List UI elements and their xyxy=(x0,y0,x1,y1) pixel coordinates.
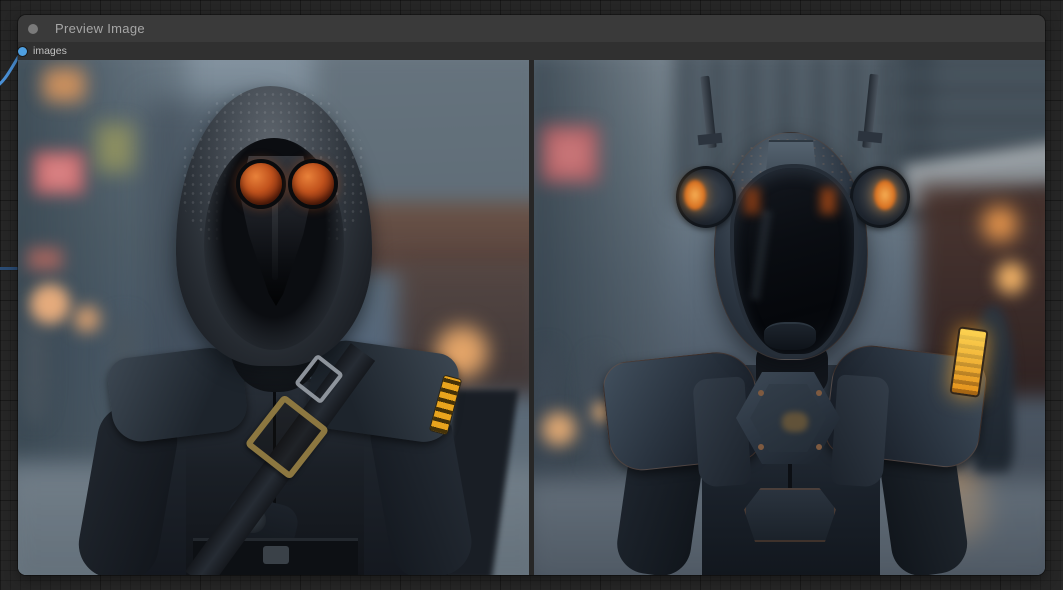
preview-image-node[interactable]: Preview Image images xyxy=(18,15,1045,575)
photo2-rivet xyxy=(816,444,822,450)
photo2-lower-plate xyxy=(744,488,836,542)
photo2-rivet xyxy=(758,444,764,450)
photo1-goggle-left xyxy=(236,159,286,209)
photo1-pedestrian-1 xyxy=(20,308,50,423)
photo1-pauldron-left xyxy=(105,344,249,445)
photo2-abdomen-seam xyxy=(788,464,792,492)
photo1-neon-pink xyxy=(34,152,84,194)
photo2-lamp-glow-1 xyxy=(982,206,1018,242)
input-port-images[interactable] xyxy=(18,47,27,56)
node-title: Preview Image xyxy=(55,21,145,36)
input-slot-row: images xyxy=(18,42,1045,60)
preview-images-row xyxy=(18,60,1045,575)
photo1-neon-olive xyxy=(96,124,134,172)
photo2-bokeh-left-1 xyxy=(542,412,576,446)
node-editor-canvas[interactable]: Preview Image images xyxy=(0,0,1063,590)
preview-image-1[interactable] xyxy=(18,60,529,575)
photo2-chin-vent xyxy=(764,322,816,350)
photo2-neon-red xyxy=(542,126,598,182)
collapse-dot-icon[interactable] xyxy=(28,24,38,34)
photo2-lamp-glow-2 xyxy=(996,262,1026,294)
photo1-belt-clasp xyxy=(263,546,289,564)
input-slot-label: images xyxy=(33,45,67,57)
preview-image-2[interactable] xyxy=(534,60,1045,575)
photo1-neon-red xyxy=(28,248,62,270)
photo2-visor-reflection-2 xyxy=(820,188,836,214)
node-title-bar[interactable]: Preview Image xyxy=(18,15,1045,42)
photo2-ear-glow-right xyxy=(874,180,896,210)
photo2-rivet xyxy=(816,390,822,396)
photo1-bokeh-left-2 xyxy=(74,306,100,332)
photo1-goggle-right xyxy=(288,159,338,209)
photo2-rivet xyxy=(758,390,764,396)
photo2-ear-glow-left xyxy=(684,180,706,210)
photo1-neon-orange xyxy=(43,68,85,102)
photo2-chest-plate-right xyxy=(830,374,890,487)
photo1-bokeh-left-1 xyxy=(30,284,70,324)
photo2-visor-reflection-1 xyxy=(744,188,760,214)
photo2-pedestrian-left-1 xyxy=(534,345,560,475)
photo2-chest-plate-left xyxy=(692,376,751,487)
photo2-rust-patch xyxy=(782,412,808,432)
